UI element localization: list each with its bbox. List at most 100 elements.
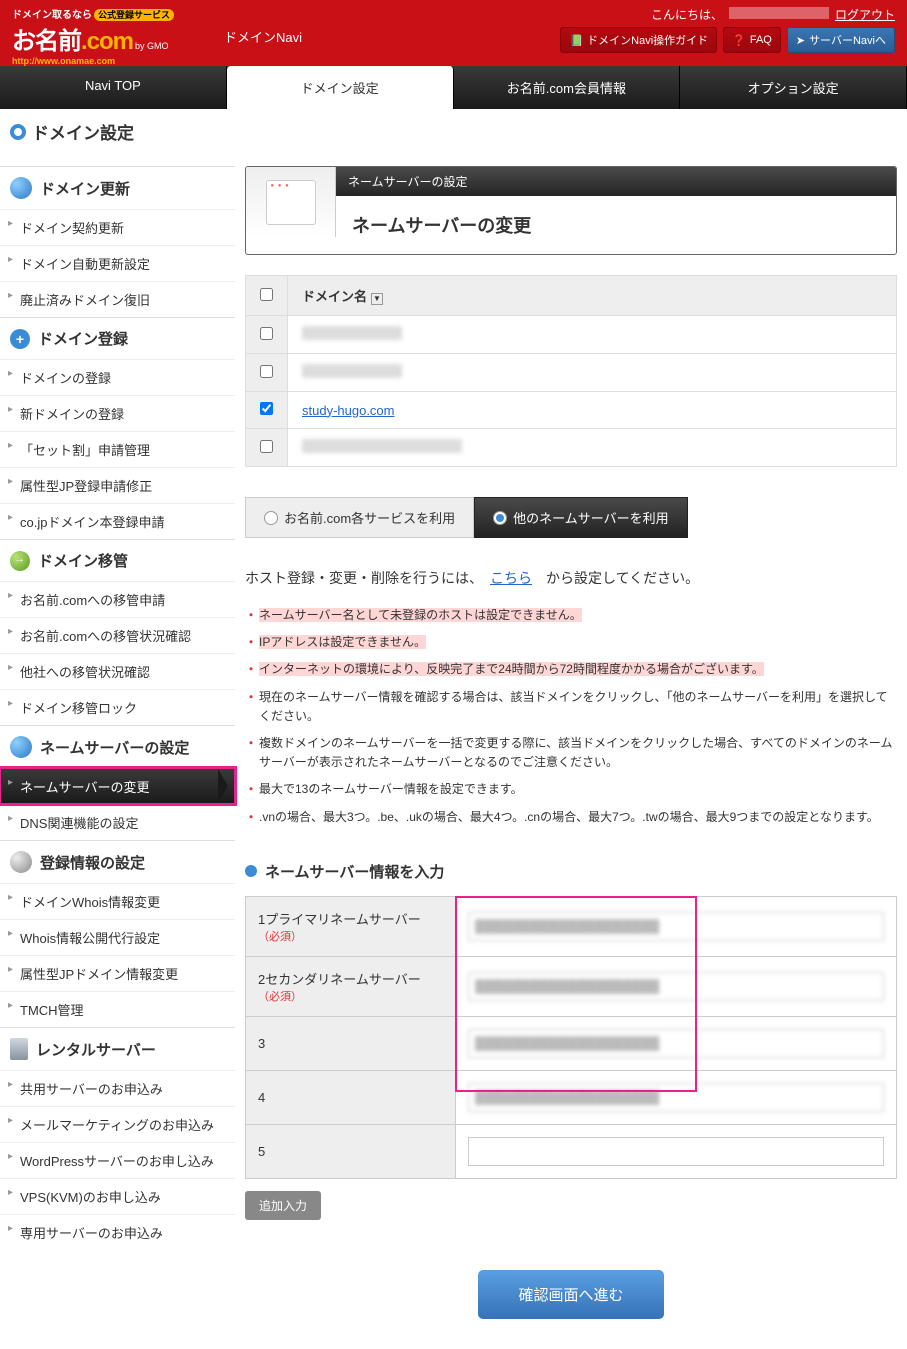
sidebar-section-3: ネームサーバーの設定: [0, 726, 235, 768]
col-domain-name[interactable]: ドメイン名▼: [288, 276, 897, 316]
sidebar-item[interactable]: ドメイン移管ロック: [0, 689, 235, 725]
row-checkbox[interactable]: [260, 365, 273, 378]
row-checkbox[interactable]: [260, 402, 273, 415]
ns-label: 1プライマリネームサーバー （必須）: [246, 896, 456, 956]
row-checkbox[interactable]: [260, 440, 273, 453]
tab-other-nameserver[interactable]: 他のネームサーバーを利用: [474, 497, 687, 538]
header-subtitle: ドメインNavi: [224, 27, 302, 46]
domain-cell: [288, 429, 897, 467]
faq-button[interactable]: ❓FAQ: [723, 27, 781, 53]
domain-cell: [288, 316, 897, 354]
sort-icon[interactable]: ▼: [371, 293, 383, 305]
sidebar-item[interactable]: 廃止済みドメイン復旧: [0, 281, 235, 317]
note-item: 複数ドメインのネームサーバーを一括で変更する際に、該当ドメインをクリックした場合…: [245, 730, 897, 776]
domain-cell: [288, 354, 897, 392]
gear-icon: [10, 851, 32, 873]
logo[interactable]: ドメイン取るなら公式登録サービス お名前.comby GMO http://ww…: [12, 6, 174, 66]
host-config-line: ホスト登録・変更・削除を行うには、 こちら から設定してください。: [245, 568, 897, 588]
select-all-checkbox[interactable]: [260, 288, 273, 301]
arrow-icon: [10, 551, 30, 571]
sidebar-item[interactable]: 共用サーバーのお申込み: [0, 1070, 235, 1106]
host-config-link[interactable]: こちら: [490, 570, 532, 586]
server-navi-button[interactable]: ➤サーバーNaviへ: [787, 27, 895, 53]
username-masked: [729, 7, 829, 19]
sidebar-item[interactable]: お名前.comへの移管申請: [0, 581, 235, 617]
guide-button[interactable]: 📗ドメインNavi操作ガイド: [560, 27, 717, 53]
sidebar-item[interactable]: 「セット割」申請管理: [0, 431, 235, 467]
sidebar-item[interactable]: ネームサーバーの変更: [0, 768, 235, 804]
ns-input-1[interactable]: [468, 912, 884, 941]
main-content: ネームサーバーの設定 ネームサーバーの変更 ドメイン名▼ study-hugo.…: [235, 156, 907, 1349]
row-checkbox[interactable]: [260, 327, 273, 340]
page-title: ドメイン設定: [0, 109, 907, 156]
sidebar-item[interactable]: ドメインWhois情報変更: [0, 883, 235, 919]
option-tabs: お名前.com各サービスを利用 他のネームサーバーを利用: [245, 497, 897, 538]
help-icon: ❓: [732, 34, 746, 47]
ns-section-header: ネームサーバー情報を入力: [245, 861, 897, 882]
add-icon: +: [10, 329, 30, 349]
ns-input-5[interactable]: [468, 1137, 884, 1166]
note-item: .vnの場合、最大3つ。.be、.ukの場合、最大4つ。.cnの場合、最大7つ。…: [245, 804, 897, 831]
sidebar-item[interactable]: WordPressサーバーのお申し込み: [0, 1142, 235, 1178]
logo-badge: 公式登録サービス: [94, 9, 174, 21]
tab-onamae-services[interactable]: お名前.com各サービスを利用: [245, 497, 474, 538]
ns-input-4[interactable]: [468, 1083, 884, 1112]
document-icon: [266, 180, 316, 225]
radio-icon: [264, 511, 278, 525]
note-item: ネームサーバー名として未登録のホストは設定できません。: [245, 602, 897, 629]
ns-label: 3: [246, 1016, 456, 1070]
sidebar-item[interactable]: DNS関連機能の設定: [0, 804, 235, 840]
breadcrumb: ネームサーバーの設定: [336, 167, 896, 196]
header-image: [246, 167, 336, 237]
logout-link[interactable]: ログアウト: [835, 8, 895, 22]
nav-tab-3[interactable]: オプション設定: [680, 66, 907, 109]
nameserver-table: 1プライマリネームサーバー （必須）2セカンダリネームサーバー （必須）345: [245, 896, 897, 1179]
sidebar-item[interactable]: 属性型JPドメイン情報変更: [0, 955, 235, 991]
sidebar-item[interactable]: 属性型JP登録申請修正: [0, 467, 235, 503]
sidebar-item[interactable]: ドメイン自動更新設定: [0, 245, 235, 281]
domain-table: ドメイン名▼ study-hugo.com: [245, 275, 897, 467]
server-icon: [10, 1038, 28, 1060]
add-row-button[interactable]: 追加入力: [245, 1191, 321, 1220]
sidebar-item[interactable]: VPS(KVM)のお申し込み: [0, 1178, 235, 1214]
masked-domain: [302, 326, 402, 340]
masked-domain: [302, 364, 402, 378]
radio-icon: [493, 511, 507, 525]
sidebar-item[interactable]: TMCH管理: [0, 991, 235, 1027]
sidebar-item[interactable]: ドメインの登録: [0, 359, 235, 395]
globe-icon: [10, 736, 32, 758]
header: ドメイン取るなら公式登録サービス お名前.comby GMO http://ww…: [0, 0, 907, 109]
logo-url: http://www.onamae.com: [12, 56, 174, 66]
sidebar-item[interactable]: メールマーケティングのお申込み: [0, 1106, 235, 1142]
nav-tab-0[interactable]: Navi TOP: [0, 66, 227, 109]
note-item: IPアドレスは設定できません。: [245, 629, 897, 656]
note-item: 現在のネームサーバー情報を確認する場合は、該当ドメインをクリックし、「他のネーム…: [245, 684, 897, 730]
globe-icon: [10, 177, 32, 199]
main-nav: Navi TOPドメイン設定お名前.com会員情報オプション設定: [0, 66, 907, 109]
nav-tab-2[interactable]: お名前.com会員情報: [454, 66, 681, 109]
content-header: ネームサーバーの設定 ネームサーバーの変更: [245, 166, 897, 255]
ns-input-3[interactable]: [468, 1029, 884, 1058]
sidebar-section-4: 登録情報の設定: [0, 841, 235, 883]
book-icon: 📗: [569, 34, 583, 47]
ns-label: 5: [246, 1124, 456, 1178]
sidebar-item[interactable]: ドメイン契約更新: [0, 209, 235, 245]
masked-domain: [302, 439, 462, 453]
ns-input-2[interactable]: [468, 972, 884, 1001]
sidebar-item[interactable]: 新ドメインの登録: [0, 395, 235, 431]
sidebar-item[interactable]: お名前.comへの移管状況確認: [0, 617, 235, 653]
ns-label: 4: [246, 1070, 456, 1124]
confirm-button[interactable]: 確認画面へ進む: [478, 1270, 663, 1319]
nav-tab-1[interactable]: ドメイン設定: [227, 66, 454, 109]
sidebar-item[interactable]: 専用サーバーのお申込み: [0, 1214, 235, 1250]
ns-label: 2セカンダリネームサーバー （必須）: [246, 956, 456, 1016]
sidebar-section-5: レンタルサーバー: [0, 1028, 235, 1070]
notes-list: ネームサーバー名として未登録のホストは設定できません。IPアドレスは設定できませ…: [245, 602, 897, 831]
sidebar-item[interactable]: Whois情報公開代行設定: [0, 919, 235, 955]
sidebar-section-0: ドメイン更新: [0, 167, 235, 209]
domain-link[interactable]: study-hugo.com: [302, 403, 395, 418]
sidebar-item[interactable]: 他社への移管状況確認: [0, 653, 235, 689]
bullet-icon: [245, 865, 257, 877]
sidebar-item[interactable]: co.jpドメイン本登録申請: [0, 503, 235, 539]
sidebar-section-2: ドメイン移管: [0, 540, 235, 581]
